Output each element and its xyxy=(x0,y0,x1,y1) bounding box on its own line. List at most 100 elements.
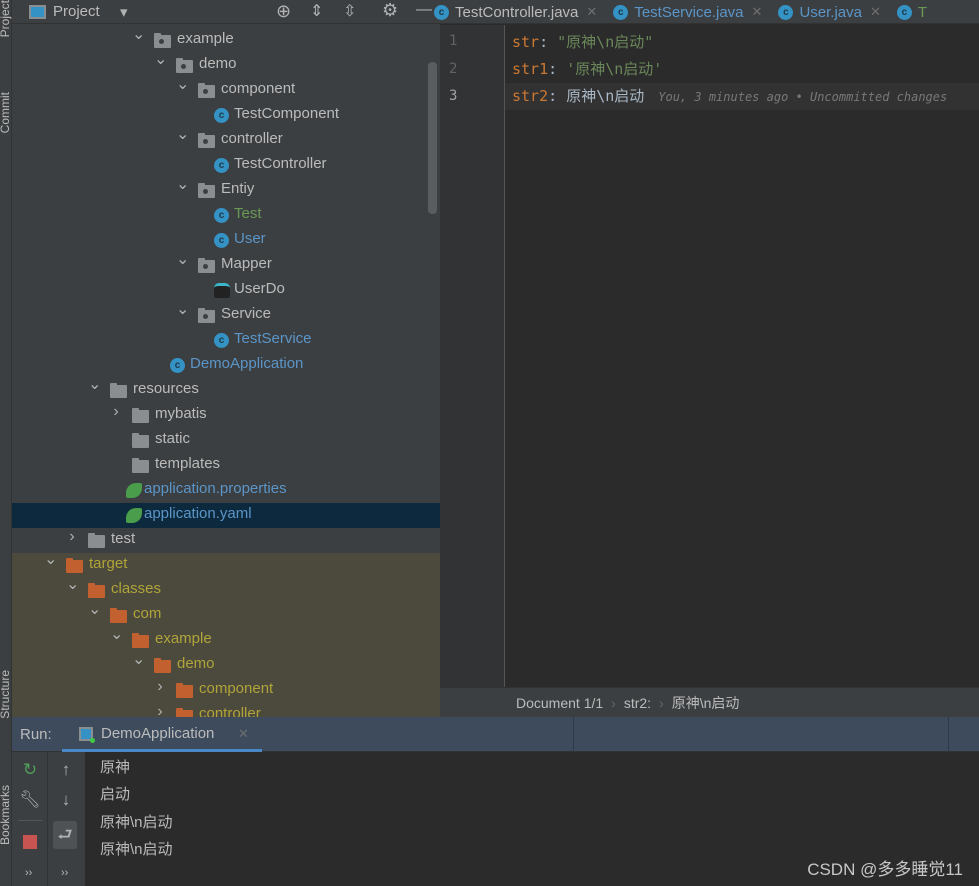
chevron-down-icon[interactable]: ⌄ xyxy=(132,27,145,43)
tree-item-component[interactable]: › component xyxy=(12,678,440,703)
close-icon[interactable]: ✕ xyxy=(870,4,881,20)
tree-item-com[interactable]: ⌄ com xyxy=(12,602,440,628)
package-icon xyxy=(198,83,215,98)
project-view-selector[interactable]: Project xyxy=(53,3,100,20)
chevron-down-icon[interactable]: ⌄ xyxy=(154,52,167,68)
commit-tool-button[interactable]: Commit xyxy=(0,92,12,133)
tree-item-application-properties[interactable]: application.properties xyxy=(12,478,440,503)
tree-item-demo[interactable]: ⌄ demo xyxy=(12,52,440,78)
tab-testservice[interactable]: c TestService.java ✕ xyxy=(613,0,768,24)
close-icon[interactable]: ✕ xyxy=(238,726,249,742)
tree-item-test[interactable]: › test xyxy=(12,528,440,553)
gear-icon[interactable]: ⚙ xyxy=(382,0,398,21)
chevron-right-icon[interactable]: › xyxy=(110,404,122,420)
locate-icon[interactable]: ⊕ xyxy=(276,1,291,22)
chevron-down-icon[interactable]: ⌄ xyxy=(176,252,189,268)
more-icon[interactable]: ›› xyxy=(25,867,32,879)
chevron-down-icon[interactable]: ⌄ xyxy=(176,302,189,318)
expand-all-icon[interactable]: ⇕ xyxy=(310,1,323,21)
collapse-all-icon[interactable]: ⇳ xyxy=(343,1,356,21)
tree-item-classes[interactable]: ⌄ classes xyxy=(12,577,440,603)
tree-item-application-yaml[interactable]: application.yaml xyxy=(12,503,440,528)
tree-item-testservice[interactable]: c TestService xyxy=(12,328,440,353)
soft-wrap-icon[interactable]: ⮐ xyxy=(53,821,77,849)
class-icon: c xyxy=(778,4,794,20)
tree-item-component[interactable]: ⌄ component xyxy=(12,77,440,103)
tree-item-testcontroller[interactable]: c TestController xyxy=(12,153,440,178)
tree-item-resources[interactable]: ⌄ resources xyxy=(12,377,440,403)
tree-item-target[interactable]: ⌄ target xyxy=(12,552,440,578)
tree-item-userdo[interactable]: UserDo xyxy=(12,278,440,303)
tree-item-service[interactable]: ⌄ Service xyxy=(12,302,440,328)
tree-item-demoapplication[interactable]: c DemoApplication xyxy=(12,353,440,378)
rerun-icon[interactable]: ↻ xyxy=(18,760,42,780)
arrow-up-icon[interactable]: ↑ xyxy=(54,760,78,780)
structure-tool-button[interactable]: Structure xyxy=(0,670,12,719)
chevron-down-icon[interactable]: ⌄ xyxy=(88,602,101,618)
chevron-down-icon[interactable]: ⌄ xyxy=(176,127,189,143)
tree-scrollbar[interactable] xyxy=(428,62,437,214)
project-tool-button[interactable]: Project xyxy=(0,0,12,37)
tree-item-label: com xyxy=(133,605,162,622)
code-line-current[interactable]: str2: 原神\n启动 You, 3 minutes ago • Uncommi… xyxy=(505,83,979,110)
tree-item-label: example xyxy=(155,630,212,647)
tree-item-label: application.properties xyxy=(144,480,287,497)
close-icon[interactable]: ✕ xyxy=(586,4,597,20)
chevron-down-icon[interactable]: ⌄ xyxy=(176,177,189,193)
tab-test[interactable]: cT xyxy=(896,0,933,24)
tree-item-templates[interactable]: templates xyxy=(12,453,440,478)
chevron-down-icon[interactable]: ⌄ xyxy=(44,552,57,568)
breadcrumb-item[interactable]: 原神\n启动 xyxy=(672,693,740,713)
stop-icon[interactable] xyxy=(23,835,37,849)
bookmarks-tool-button[interactable]: Bookmarks xyxy=(0,785,12,845)
tree-item-testcomponent[interactable]: c TestComponent xyxy=(12,103,440,128)
close-icon[interactable]: ✕ xyxy=(752,4,763,20)
package-icon xyxy=(198,308,215,323)
chevron-down-icon[interactable]: ⌄ xyxy=(176,77,189,93)
tree-item-static[interactable]: static xyxy=(12,428,440,453)
chevron-down-icon[interactable]: ⌄ xyxy=(132,652,145,668)
console-output[interactable]: 原神 启动 原神\n启动 原神\n启动 CSDN @多多睡觉11 xyxy=(85,752,979,886)
spring-config-icon xyxy=(126,483,142,498)
breadcrumb-item[interactable]: str2: xyxy=(624,695,651,711)
arrow-down-icon[interactable]: ↓ xyxy=(54,790,78,810)
breadcrumb-item[interactable]: Document 1/1 xyxy=(516,695,603,711)
tab-user[interactable]: c User.java ✕ xyxy=(778,0,886,24)
tree-item-label: Mapper xyxy=(221,255,272,272)
chevron-down-icon[interactable]: ⌄ xyxy=(110,627,123,643)
tab-testcontroller[interactable]: c TestController.java ✕ xyxy=(434,0,603,24)
run-label: Run: xyxy=(20,726,52,743)
class-icon: c xyxy=(434,4,449,20)
excluded-folder-icon xyxy=(154,658,171,673)
tree-item-test[interactable]: c Test xyxy=(12,203,440,228)
chevron-down-icon[interactable]: ▾ xyxy=(120,3,128,21)
tree-item-entiy[interactable]: ⌄ Entiy xyxy=(12,177,440,203)
console-line: 原神\n启动 xyxy=(100,841,173,858)
editor-tabs: c TestController.java ✕ c TestService.java ✕… xyxy=(434,0,979,24)
chevron-down-icon[interactable]: ⌄ xyxy=(66,577,79,593)
code-line[interactable]: str1: '原神\n启动' xyxy=(505,56,979,83)
tree-item-label: controller xyxy=(221,130,283,147)
more-icon[interactable]: ›› xyxy=(61,867,68,879)
minimize-icon[interactable]: — xyxy=(416,1,432,19)
wrench-icon[interactable]: 🔧︎ xyxy=(18,790,42,810)
tree-item-user[interactable]: c User xyxy=(12,228,440,253)
project-panel: Project ▾ ⊕ ⇕ ⇳ ⚙ — ⌄ example ⌄ demo ⌄ compon… xyxy=(12,0,440,728)
tree-item-example[interactable]: ⌄ example xyxy=(12,627,440,653)
chevron-down-icon[interactable]: ⌄ xyxy=(88,377,101,393)
chevron-right-icon[interactable]: › xyxy=(66,529,78,545)
tree-item-label: component xyxy=(199,680,274,697)
yaml-value: '原神\n启动' xyxy=(566,60,663,78)
tree-item-example[interactable]: ⌄ example xyxy=(12,27,440,53)
tree-item-mapper[interactable]: ⌄ Mapper xyxy=(12,252,440,278)
tree-item-mybatis[interactable]: › mybatis xyxy=(12,403,440,428)
code-line[interactable]: str: "原神\n启动" xyxy=(505,29,979,56)
tree-item-controller[interactable]: ⌄ controller xyxy=(12,127,440,153)
excluded-folder-icon xyxy=(66,558,83,573)
chevron-right-icon[interactable]: › xyxy=(154,679,166,695)
tree-item-label: DemoApplication xyxy=(190,355,304,372)
tree-item-demo[interactable]: ⌄ demo xyxy=(12,652,440,678)
project-view-icon xyxy=(29,5,46,19)
tree-item-label: component xyxy=(221,80,296,97)
run-tab-demoapplication[interactable]: DemoApplication ✕ xyxy=(62,717,262,752)
